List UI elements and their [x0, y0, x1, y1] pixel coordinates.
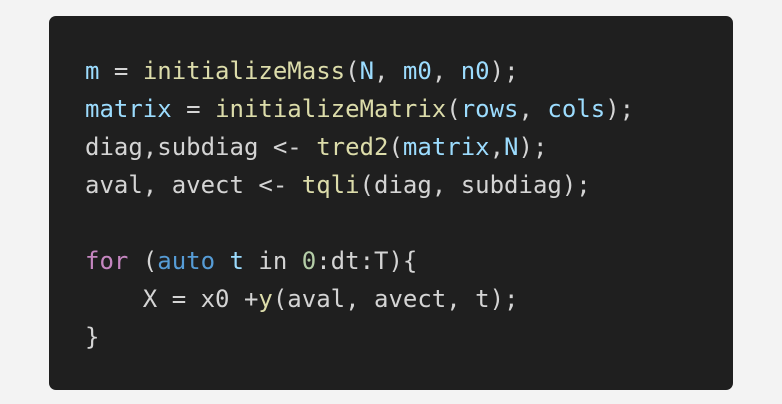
- code-function: initializeMass: [142, 57, 346, 85]
- code-variable: N: [359, 57, 375, 85]
- code-line: aval, avect <- tqli(diag, subdiag);: [85, 166, 733, 204]
- code-text: aval, avect <-: [85, 171, 302, 199]
- code-variable: m0: [402, 57, 432, 85]
- code-text: ,: [489, 133, 505, 161]
- code-text: (: [446, 95, 461, 123]
- code-line: X = x0 +y(aval, avect, t);: [85, 280, 733, 318]
- code-text: (diag, subdiag);: [359, 171, 591, 199]
- code-variable: t: [229, 247, 244, 275]
- code-content: m = initializeMass(N, m0, n0); matrix = i…: [85, 52, 733, 356]
- code-number: 0: [301, 247, 317, 275]
- code-text: }: [85, 323, 100, 351]
- code-text: ,: [431, 57, 461, 85]
- code-text: ,: [518, 95, 548, 123]
- code-line: matrix = initializeMatrix(rows, cols);: [85, 90, 733, 128]
- code-line: m = initializeMass(N, m0, n0);: [85, 52, 733, 90]
- page-background: m = initializeMass(N, m0, n0); matrix = i…: [0, 0, 782, 404]
- code-text: (aval, avect, t);: [272, 285, 519, 313]
- code-line: diag,subdiag <- tred2(matrix,N);: [85, 128, 733, 166]
- code-variable: matrix: [402, 133, 490, 161]
- code-function: tred2: [316, 133, 389, 161]
- code-keyword: for: [85, 247, 129, 275]
- code-variable: rows: [460, 95, 519, 123]
- code-variable: n0: [460, 57, 490, 85]
- code-block: m = initializeMass(N, m0, n0); matrix = i…: [49, 16, 733, 390]
- code-text: in: [243, 247, 302, 275]
- code-text: =: [99, 57, 143, 85]
- code-line: for (auto t in 0:dt:T){: [85, 242, 733, 280]
- code-function: initializeMatrix: [215, 95, 447, 123]
- code-text: );: [605, 95, 635, 123]
- code-text: :dt:T){: [316, 247, 418, 275]
- code-text: );: [489, 57, 519, 85]
- code-text: =: [171, 95, 216, 123]
- code-variable: cols: [547, 95, 606, 123]
- code-line: }: [85, 318, 733, 356]
- code-variable: matrix: [85, 95, 172, 123]
- code-function: y: [258, 285, 273, 313]
- code-type: auto: [157, 247, 216, 275]
- code-text: (: [345, 57, 360, 85]
- code-text: (: [128, 247, 158, 275]
- code-function: tqli: [301, 171, 360, 199]
- code-text: );: [518, 133, 548, 161]
- code-text: (: [388, 133, 403, 161]
- code-text: diag,subdiag <-: [85, 133, 317, 161]
- code-text: ,: [374, 57, 403, 85]
- code-variable: m: [85, 57, 100, 85]
- code-variable: N: [504, 133, 519, 161]
- code-text: X = x0 +: [85, 285, 259, 313]
